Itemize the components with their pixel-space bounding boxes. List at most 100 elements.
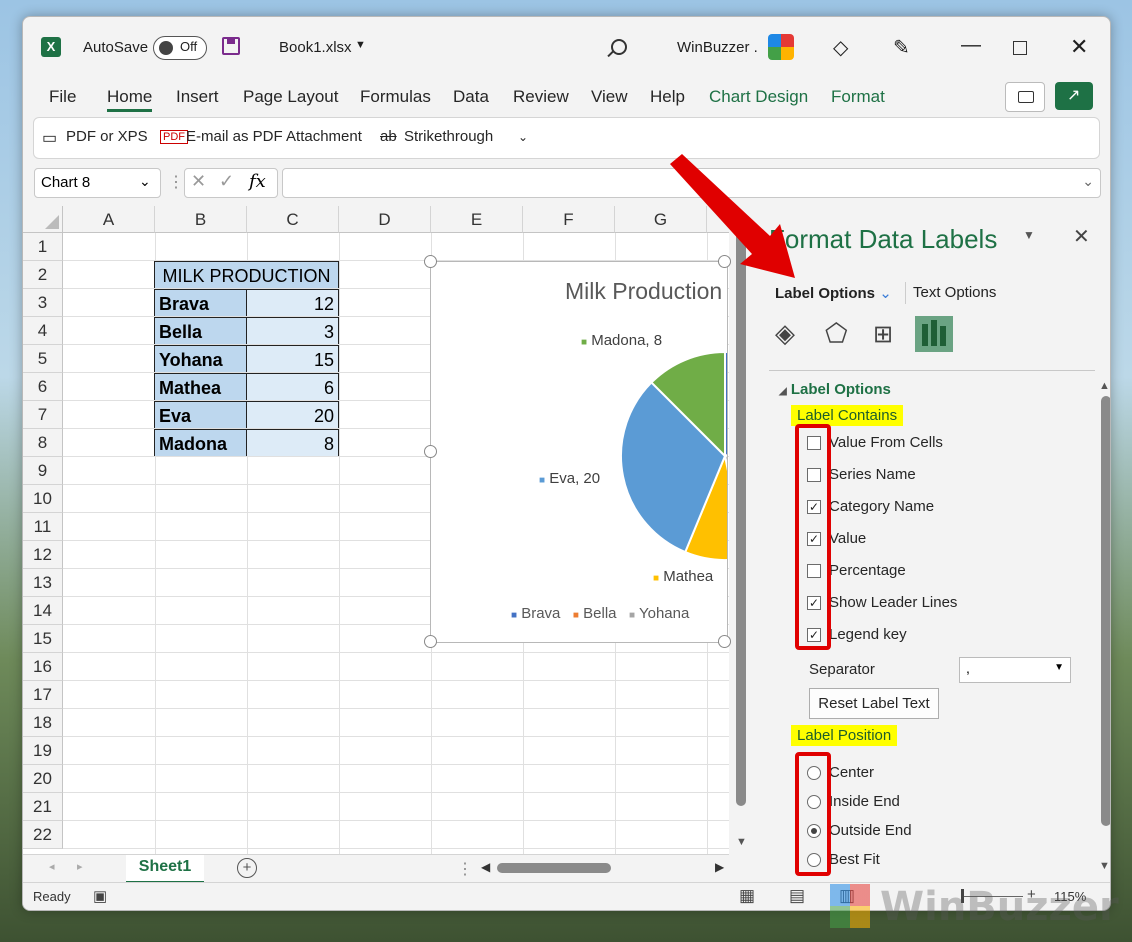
tab-review[interactable]: Review xyxy=(513,87,569,107)
resize-handle[interactable] xyxy=(424,635,437,648)
row-header-4[interactable]: 4 xyxy=(23,317,63,345)
vertical-scrollbar[interactable]: ▲ ▼ xyxy=(733,206,751,854)
share-button[interactable]: ↗ xyxy=(1055,82,1093,110)
row-header-20[interactable]: 20 xyxy=(23,765,63,793)
user-name[interactable]: WinBuzzer . xyxy=(677,39,758,56)
search-icon[interactable] xyxy=(607,39,627,58)
row-header-1[interactable]: 1 xyxy=(23,233,63,261)
email-pdf-button[interactable]: E-mail as PDF Attachment xyxy=(186,128,362,145)
resize-handle[interactable] xyxy=(424,445,437,458)
close-icon[interactable]: ✕ xyxy=(1070,34,1088,60)
tab-data[interactable]: Data xyxy=(453,87,489,107)
row-header-9[interactable]: 9 xyxy=(23,457,63,485)
maximize-icon[interactable] xyxy=(1013,41,1027,55)
fx-icon[interactable]: fx xyxy=(249,171,266,192)
cancel-icon[interactable]: ✕ xyxy=(191,171,206,192)
page-layout-view-icon[interactable]: ▤ xyxy=(789,886,805,906)
scroll-down-icon[interactable]: ▼ xyxy=(736,836,747,848)
table-cell-name[interactable]: Yohana xyxy=(154,345,247,373)
tab-insert[interactable]: Insert xyxy=(176,87,219,107)
tab-splitter-icon[interactable]: ⋮ xyxy=(457,859,473,879)
col-header-e[interactable]: E xyxy=(431,206,523,233)
row-header-12[interactable]: 12 xyxy=(23,541,63,569)
tab-home[interactable]: Home xyxy=(107,87,153,112)
table-cell-name[interactable]: Madona xyxy=(154,429,247,457)
horizontal-scroll-thumb[interactable] xyxy=(497,863,611,873)
tab-formulas[interactable]: Formulas xyxy=(360,87,431,107)
normal-view-icon[interactable]: ▦ xyxy=(739,886,755,906)
resize-handle[interactable] xyxy=(718,635,731,648)
reset-label-text-button[interactable]: Reset Label Text xyxy=(809,688,939,719)
table-cell-value[interactable]: 20 xyxy=(246,401,339,429)
col-header-b[interactable]: B xyxy=(155,206,247,233)
col-header-c[interactable]: C xyxy=(247,206,339,233)
diamond-icon[interactable]: ◇ xyxy=(833,35,848,60)
tab-format[interactable]: Format xyxy=(831,87,885,107)
row-header-22[interactable]: 22 xyxy=(23,821,63,849)
pie-chart[interactable]: Milk Production ■ Madona, 8 ■ Eva, 20 ■ … xyxy=(430,261,728,643)
row-header-11[interactable]: 11 xyxy=(23,513,63,541)
fill-line-icon[interactable]: ◈ xyxy=(775,318,795,349)
name-box[interactable]: Chart 8 ⌄ xyxy=(34,168,161,198)
tab-file[interactable]: File xyxy=(49,87,76,107)
row-header-5[interactable]: 5 xyxy=(23,345,63,373)
toolbar-more-icon[interactable]: ⌄ xyxy=(518,130,528,144)
tab-chart-design[interactable]: Chart Design xyxy=(709,87,808,107)
col-header-d[interactable]: D xyxy=(339,206,431,233)
table-cell-name[interactable]: Brava xyxy=(154,289,247,317)
select-all-corner[interactable] xyxy=(23,206,63,233)
enter-icon[interactable]: ✓ xyxy=(219,171,234,192)
pdf-xps-button[interactable]: PDF or XPS xyxy=(66,128,148,145)
tab-text-options[interactable]: Text Options xyxy=(913,284,996,301)
tab-help[interactable]: Help xyxy=(650,87,685,107)
col-header-f[interactable]: F xyxy=(523,206,615,233)
pane-scroll-up-icon[interactable]: ▲ xyxy=(1099,380,1110,392)
row-header-21[interactable]: 21 xyxy=(23,793,63,821)
accessibility-icon[interactable]: ▣ xyxy=(93,887,107,905)
pane-scroll-down-icon[interactable]: ▼ xyxy=(1099,860,1110,872)
prev-sheet-icon[interactable]: ◂ xyxy=(49,860,55,873)
next-sheet-icon[interactable]: ▸ xyxy=(77,860,83,873)
resize-handle[interactable] xyxy=(424,255,437,268)
table-cell-value[interactable]: 8 xyxy=(246,429,339,457)
row-header-15[interactable]: 15 xyxy=(23,625,63,653)
table-cell-value[interactable]: 6 xyxy=(246,373,339,401)
table-cell-value[interactable]: 3 xyxy=(246,317,339,345)
scroll-left-icon[interactable]: ◀ xyxy=(481,860,490,874)
table-header[interactable]: MILK PRODUCTION xyxy=(154,261,339,289)
user-avatar[interactable] xyxy=(768,34,794,60)
scroll-right-icon[interactable]: ▶ xyxy=(715,860,724,874)
row-header-18[interactable]: 18 xyxy=(23,709,63,737)
pane-close-icon[interactable]: ✕ xyxy=(1073,224,1090,249)
row-header-8[interactable]: 8 xyxy=(23,429,63,457)
row-header-16[interactable]: 16 xyxy=(23,653,63,681)
pane-scroll-thumb[interactable] xyxy=(1101,396,1110,826)
tab-view[interactable]: View xyxy=(591,87,628,107)
row-header-2[interactable]: 2 xyxy=(23,261,63,289)
data-label-madona[interactable]: ■ Madona, 8 xyxy=(581,332,662,349)
sheet-tab-sheet1[interactable]: Sheet1 xyxy=(126,855,204,884)
pane-options-icon[interactable]: ▼ xyxy=(1023,228,1035,242)
table-cell-name[interactable]: Eva xyxy=(154,401,247,429)
table-cell-name[interactable]: Mathea xyxy=(154,373,247,401)
file-name[interactable]: Book1.xlsx xyxy=(279,39,352,56)
effects-icon[interactable]: ⬠ xyxy=(825,318,848,349)
row-header-10[interactable]: 10 xyxy=(23,485,63,513)
scroll-thumb[interactable] xyxy=(736,226,746,806)
filename-dropdown-icon[interactable]: ▼ xyxy=(355,39,366,51)
size-properties-icon[interactable]: ⊞ xyxy=(873,320,893,349)
chart-legend[interactable]: ■ Brava ■ Bella ■ Yohana xyxy=(511,605,689,622)
data-label-mathea[interactable]: ■ Mathea xyxy=(653,568,713,585)
minimize-icon[interactable]: — xyxy=(961,34,981,57)
data-label-eva[interactable]: ■ Eva, 20 xyxy=(539,470,600,487)
table-cell-value[interactable]: 15 xyxy=(246,345,339,373)
strikethrough-button[interactable]: Strikethrough xyxy=(404,128,493,145)
expand-formula-icon[interactable]: ⌄ xyxy=(1082,173,1094,190)
row-header-7[interactable]: 7 xyxy=(23,401,63,429)
separator-select[interactable]: , ▼ xyxy=(959,657,1071,683)
label-options-icon[interactable] xyxy=(915,316,953,352)
col-header-a[interactable]: A xyxy=(63,206,155,233)
comments-button[interactable] xyxy=(1005,82,1045,112)
row-header-19[interactable]: 19 xyxy=(23,737,63,765)
add-sheet-icon[interactable]: + xyxy=(237,858,257,878)
